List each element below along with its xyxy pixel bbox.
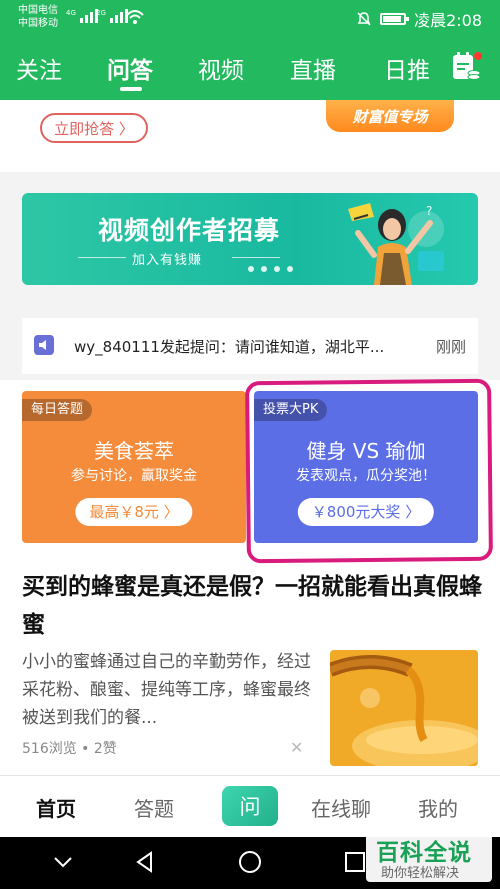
wifi-icon xyxy=(126,10,144,24)
daily-quiz-subtitle: 参与讨论，赢取奖金 xyxy=(71,468,197,484)
tab-video[interactable]: 视频 xyxy=(198,51,244,85)
svg-text:?: ? xyxy=(426,204,432,218)
creator-recruit-banner[interactable]: 视频创作者招募 加入有钱赚 ? xyxy=(22,193,478,285)
bottom-nav: 首页 答题 问 在线聊 我的 xyxy=(0,775,500,837)
nav-answer[interactable]: 答题 xyxy=(134,793,174,822)
grab-answer-card: 立即抢答 〉 财富值专场 xyxy=(0,100,500,172)
question-notice[interactable]: wy_840111发起提问：请问谁知道，湖北平... 刚刚 xyxy=(22,318,478,374)
active-tab-indicator xyxy=(120,87,142,91)
article-title[interactable]: 买到的蜂蜜是真还是假？一招就能看出真假蜂蜜 xyxy=(22,568,482,644)
carrier-labels: 中国电信 中国移动 xyxy=(18,4,58,30)
article-excerpt[interactable]: 小小的蜜蜂通过自己的辛勤劳作，经过采花粉、酿蜜、提纯等工序，蜂蜜最终被送到我们的… xyxy=(22,648,312,732)
signal-1-icon: 4G xyxy=(66,9,98,23)
notice-time: 刚刚 xyxy=(435,338,466,356)
article-stats: 516浏览 • 2赞 xyxy=(22,741,117,757)
honey-thumbnail[interactable] xyxy=(330,650,478,766)
tab-qa[interactable]: 问答 xyxy=(107,51,153,85)
daily-quiz-card[interactable]: 每日答题 美食荟萃 参与讨论，赢取奖金 最高￥8元 〉 xyxy=(22,391,246,543)
nav-home[interactable]: 首页 xyxy=(36,793,76,822)
notification-dot xyxy=(474,52,482,60)
speaker-icon xyxy=(34,335,54,355)
carrier-2: 中国移动 xyxy=(18,18,58,29)
carrier-1: 中国电信 xyxy=(18,5,58,16)
banner-person-illustration: ? xyxy=(348,203,444,285)
nav-chat[interactable]: 在线聊 xyxy=(311,793,371,822)
banner-divider-left xyxy=(78,257,126,258)
nav-me[interactable]: 我的 xyxy=(418,793,458,822)
banner-title: 视频创作者招募 xyxy=(98,216,281,245)
tab-daily[interactable]: 日推 xyxy=(384,51,430,85)
signal-2-icon: 2G xyxy=(96,9,128,23)
daily-quiz-tag: 每日答题 xyxy=(22,399,93,421)
home-icon[interactable] xyxy=(237,849,263,875)
daily-quiz-title: 美食荟萃 xyxy=(94,439,174,463)
banner-divider-right xyxy=(232,257,280,258)
daily-quiz-button[interactable]: 最高￥8元 〉 xyxy=(75,498,193,526)
banner-pager xyxy=(248,266,293,272)
grab-answer-button[interactable]: 立即抢答 〉 xyxy=(40,113,148,143)
watermark-subtitle: 助你轻松解决 xyxy=(381,866,460,881)
banner-subtitle: 加入有钱赚 xyxy=(132,253,203,268)
back-icon[interactable] xyxy=(132,849,158,875)
calendar-button[interactable] xyxy=(446,46,486,86)
dismiss-article-icon[interactable]: ✕ xyxy=(290,738,303,757)
collapse-down-icon[interactable] xyxy=(50,849,76,875)
tab-live[interactable]: 直播 xyxy=(290,51,336,85)
ask-button[interactable]: 问 xyxy=(222,786,278,826)
notice-text: wy_840111发起提问：请问谁知道，湖北平... xyxy=(74,338,385,356)
clock: 凌晨2:08 xyxy=(414,11,482,30)
recents-icon[interactable] xyxy=(342,849,368,875)
tab-follow[interactable]: 关注 xyxy=(16,51,62,85)
watermark-logo: 百科全说 助你轻松解决 xyxy=(366,830,492,882)
wealth-badge: 财富值专场 xyxy=(326,100,454,132)
highlight-annotation xyxy=(245,378,493,564)
status-bar: 中国电信 中国移动 4G 2G 凌晨2:08 xyxy=(0,0,500,36)
mute-bell-icon xyxy=(357,12,371,26)
top-tab-bar: 关注 问答 视频 直播 日推 xyxy=(0,36,500,100)
battery-icon xyxy=(380,13,410,25)
